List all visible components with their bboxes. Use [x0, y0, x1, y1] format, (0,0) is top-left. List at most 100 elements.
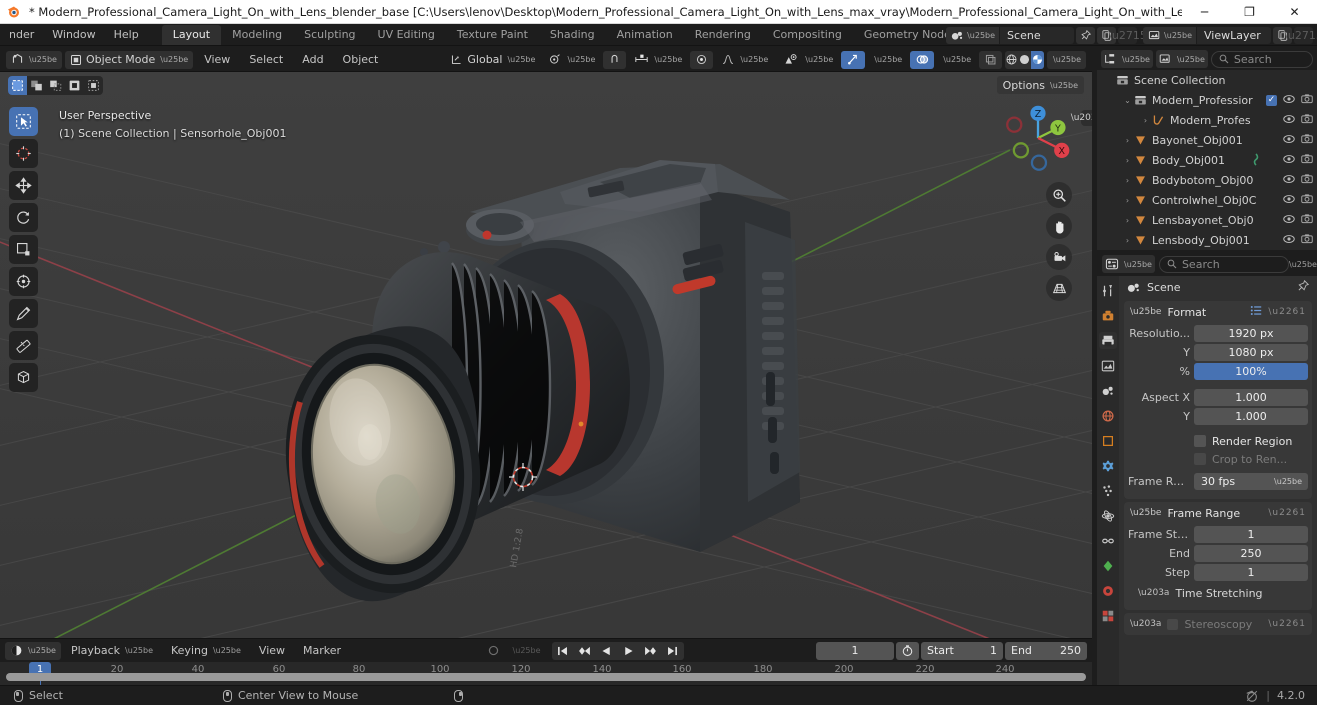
outliner-row[interactable]: › Bodybotom_Obj00 — [1097, 170, 1317, 190]
frame-range-panel-header[interactable]: \u25be Frame Range \u2261 — [1124, 502, 1312, 524]
shading-solid-button[interactable] — [1018, 51, 1031, 69]
select-box-icon[interactable] — [8, 76, 27, 95]
viewport-menu-select[interactable]: Select — [241, 51, 291, 69]
properties-editor-type-selector[interactable]: \u25be — [1102, 255, 1155, 273]
overlays-toggle-button[interactable] — [910, 50, 935, 69]
tab-world[interactable] — [1099, 407, 1117, 424]
tool-add-cube-icon[interactable] — [9, 363, 38, 392]
disclosure-triangle-icon[interactable]: › — [1121, 156, 1134, 165]
disable-in-render-icon[interactable] — [1301, 173, 1313, 187]
resolution-y-field[interactable]: 1080 px — [1194, 344, 1308, 361]
outliner-row[interactable]: ⌄ Modern_Professior ✓ — [1097, 90, 1317, 110]
disclosure-triangle-icon[interactable]: › — [1121, 176, 1134, 185]
disclosure-triangle-icon[interactable]: ⌄ — [1121, 96, 1134, 105]
menu-render[interactable]: nder — [0, 24, 43, 46]
tab-modifiers[interactable] — [1099, 457, 1117, 474]
tab-texture-paint[interactable]: Texture Paint — [446, 25, 539, 45]
stereoscopy-checkbox[interactable] — [1167, 618, 1179, 630]
disable-in-render-icon[interactable] — [1301, 233, 1313, 247]
tab-output[interactable] — [1099, 332, 1117, 349]
gizmo-toggle-button[interactable] — [841, 50, 866, 69]
jump-to-start-button[interactable] — [552, 642, 574, 660]
disable-in-render-icon[interactable] — [1301, 113, 1313, 127]
properties-filter-button[interactable]: \u25be — [1289, 256, 1317, 273]
disable-in-render-icon[interactable] — [1301, 213, 1313, 227]
outliner-row[interactable]: › Controlwhel_Obj0C — [1097, 190, 1317, 210]
aspect-y-field[interactable]: 1.000 — [1194, 408, 1308, 425]
frame-start-field[interactable]: Start 1 — [921, 641, 1003, 660]
hide-in-viewport-icon[interactable] — [1283, 134, 1295, 147]
frame-step-field[interactable]: 1 — [1194, 564, 1308, 581]
shading-material-preview-button[interactable] — [1031, 50, 1045, 69]
close-button[interactable]: ✕ — [1272, 0, 1317, 24]
visibility-selector[interactable]: \u25be — [779, 51, 838, 69]
hide-in-viewport-icon[interactable] — [1283, 154, 1295, 167]
frame-rate-selector[interactable]: 30 fps \u25be — [1194, 473, 1308, 490]
select-invert-icon[interactable] — [65, 76, 84, 95]
tab-layout[interactable]: Layout — [161, 24, 222, 45]
tab-material[interactable] — [1099, 582, 1117, 599]
tab-sculpting[interactable]: Sculpting — [293, 25, 366, 45]
maximize-button[interactable]: ❐ — [1227, 0, 1272, 24]
overlay-options-selector[interactable]: \u25be — [937, 51, 976, 69]
menu-help[interactable]: Help — [105, 24, 148, 46]
ortho-perspective-toggle-icon[interactable] — [1046, 275, 1072, 301]
tool-transform-icon[interactable] — [9, 267, 38, 296]
tool-measure-icon[interactable] — [9, 331, 38, 360]
hide-in-viewport-icon[interactable] — [1283, 194, 1295, 207]
frame-start-field[interactable]: 1 — [1194, 526, 1308, 543]
timeline-menu-playback[interactable]: Playback \u25be — [63, 642, 161, 660]
stereoscopy-panel-header[interactable]: \u203a Stereoscopy \u2261 — [1124, 613, 1312, 635]
pan-hand-icon[interactable] — [1046, 213, 1072, 239]
editor-type-selector[interactable]: \u25be — [6, 50, 62, 69]
next-keyframe-button[interactable] — [640, 642, 662, 660]
proportional-editing-button[interactable] — [690, 50, 714, 69]
falloff-selector[interactable]: \u25be — [716, 51, 773, 69]
disable-in-render-icon[interactable] — [1301, 153, 1313, 167]
disclosure-triangle-icon[interactable]: › — [1139, 116, 1152, 125]
format-panel-header[interactable]: \u25be Format \u2261 — [1124, 301, 1312, 323]
tab-view-layer[interactable] — [1099, 357, 1117, 374]
tool-annotate-icon[interactable] — [9, 299, 38, 328]
disclosure-triangle-icon[interactable]: › — [1121, 196, 1134, 205]
pin-id-icon[interactable] — [1297, 279, 1310, 295]
hide-in-viewport-icon[interactable] — [1283, 234, 1295, 247]
camera-view-icon[interactable] — [1046, 244, 1072, 270]
pin-scene-icon[interactable] — [1076, 26, 1096, 44]
tab-modeling[interactable]: Modeling — [221, 25, 293, 45]
select-extend-icon[interactable] — [27, 76, 46, 95]
navigation-gizmo[interactable]: Z Y X — [1000, 100, 1076, 176]
tab-data[interactable] — [1099, 557, 1117, 574]
hide-in-viewport-icon[interactable] — [1283, 94, 1295, 107]
outliner-row[interactable]: Scene Collection — [1097, 70, 1317, 90]
sidebar-expand-handle[interactable]: \u2039 — [1071, 110, 1092, 126]
viewlayer-selector[interactable]: \u25be ViewLayer — [1143, 26, 1271, 44]
tab-particles[interactable] — [1099, 482, 1117, 499]
disable-in-render-icon[interactable] — [1301, 133, 1313, 147]
viewport-menu-add[interactable]: Add — [294, 51, 331, 69]
timeline-editor-type-selector[interactable]: \u25be — [5, 641, 61, 660]
outliner-row[interactable]: › Modern_Profes — [1097, 110, 1317, 130]
format-presets-icon[interactable] — [1250, 305, 1263, 319]
hide-in-viewport-icon[interactable] — [1283, 214, 1295, 227]
shading-wireframe-button[interactable] — [1005, 51, 1018, 69]
outliner-search-input[interactable]: Search — [1210, 50, 1313, 68]
hide-in-viewport-icon[interactable] — [1283, 114, 1295, 127]
timeline-menu-keying[interactable]: Keying \u25be — [163, 642, 249, 660]
3d-viewport[interactable]: HD 1:2.8 User Perspective (1) Scene Coll… — [0, 72, 1092, 638]
shading-options-selector[interactable]: \u25be — [1047, 50, 1086, 69]
select-subtract-icon[interactable] — [46, 76, 65, 95]
menu-window[interactable]: Window — [43, 24, 104, 46]
hide-in-viewport-icon[interactable] — [1283, 174, 1295, 187]
render-region-row[interactable]: Render Region — [1128, 432, 1308, 450]
timeline-menu-marker[interactable]: Marker — [295, 642, 349, 660]
exclude-collection-checkbox[interactable]: ✓ — [1266, 94, 1277, 106]
outliner-display-mode-selector[interactable]: \u25be — [1155, 50, 1208, 68]
tab-rendering[interactable]: Rendering — [684, 25, 762, 45]
disclosure-triangle-icon[interactable]: › — [1121, 216, 1134, 225]
use-preview-range-button[interactable] — [896, 641, 919, 660]
disclosure-triangle-icon[interactable]: › — [1121, 136, 1134, 145]
tool-rotate-icon[interactable] — [9, 203, 38, 232]
viewport-menu-view[interactable]: View — [196, 51, 238, 69]
snap-pivot-selector[interactable]: \u25be — [543, 51, 600, 69]
